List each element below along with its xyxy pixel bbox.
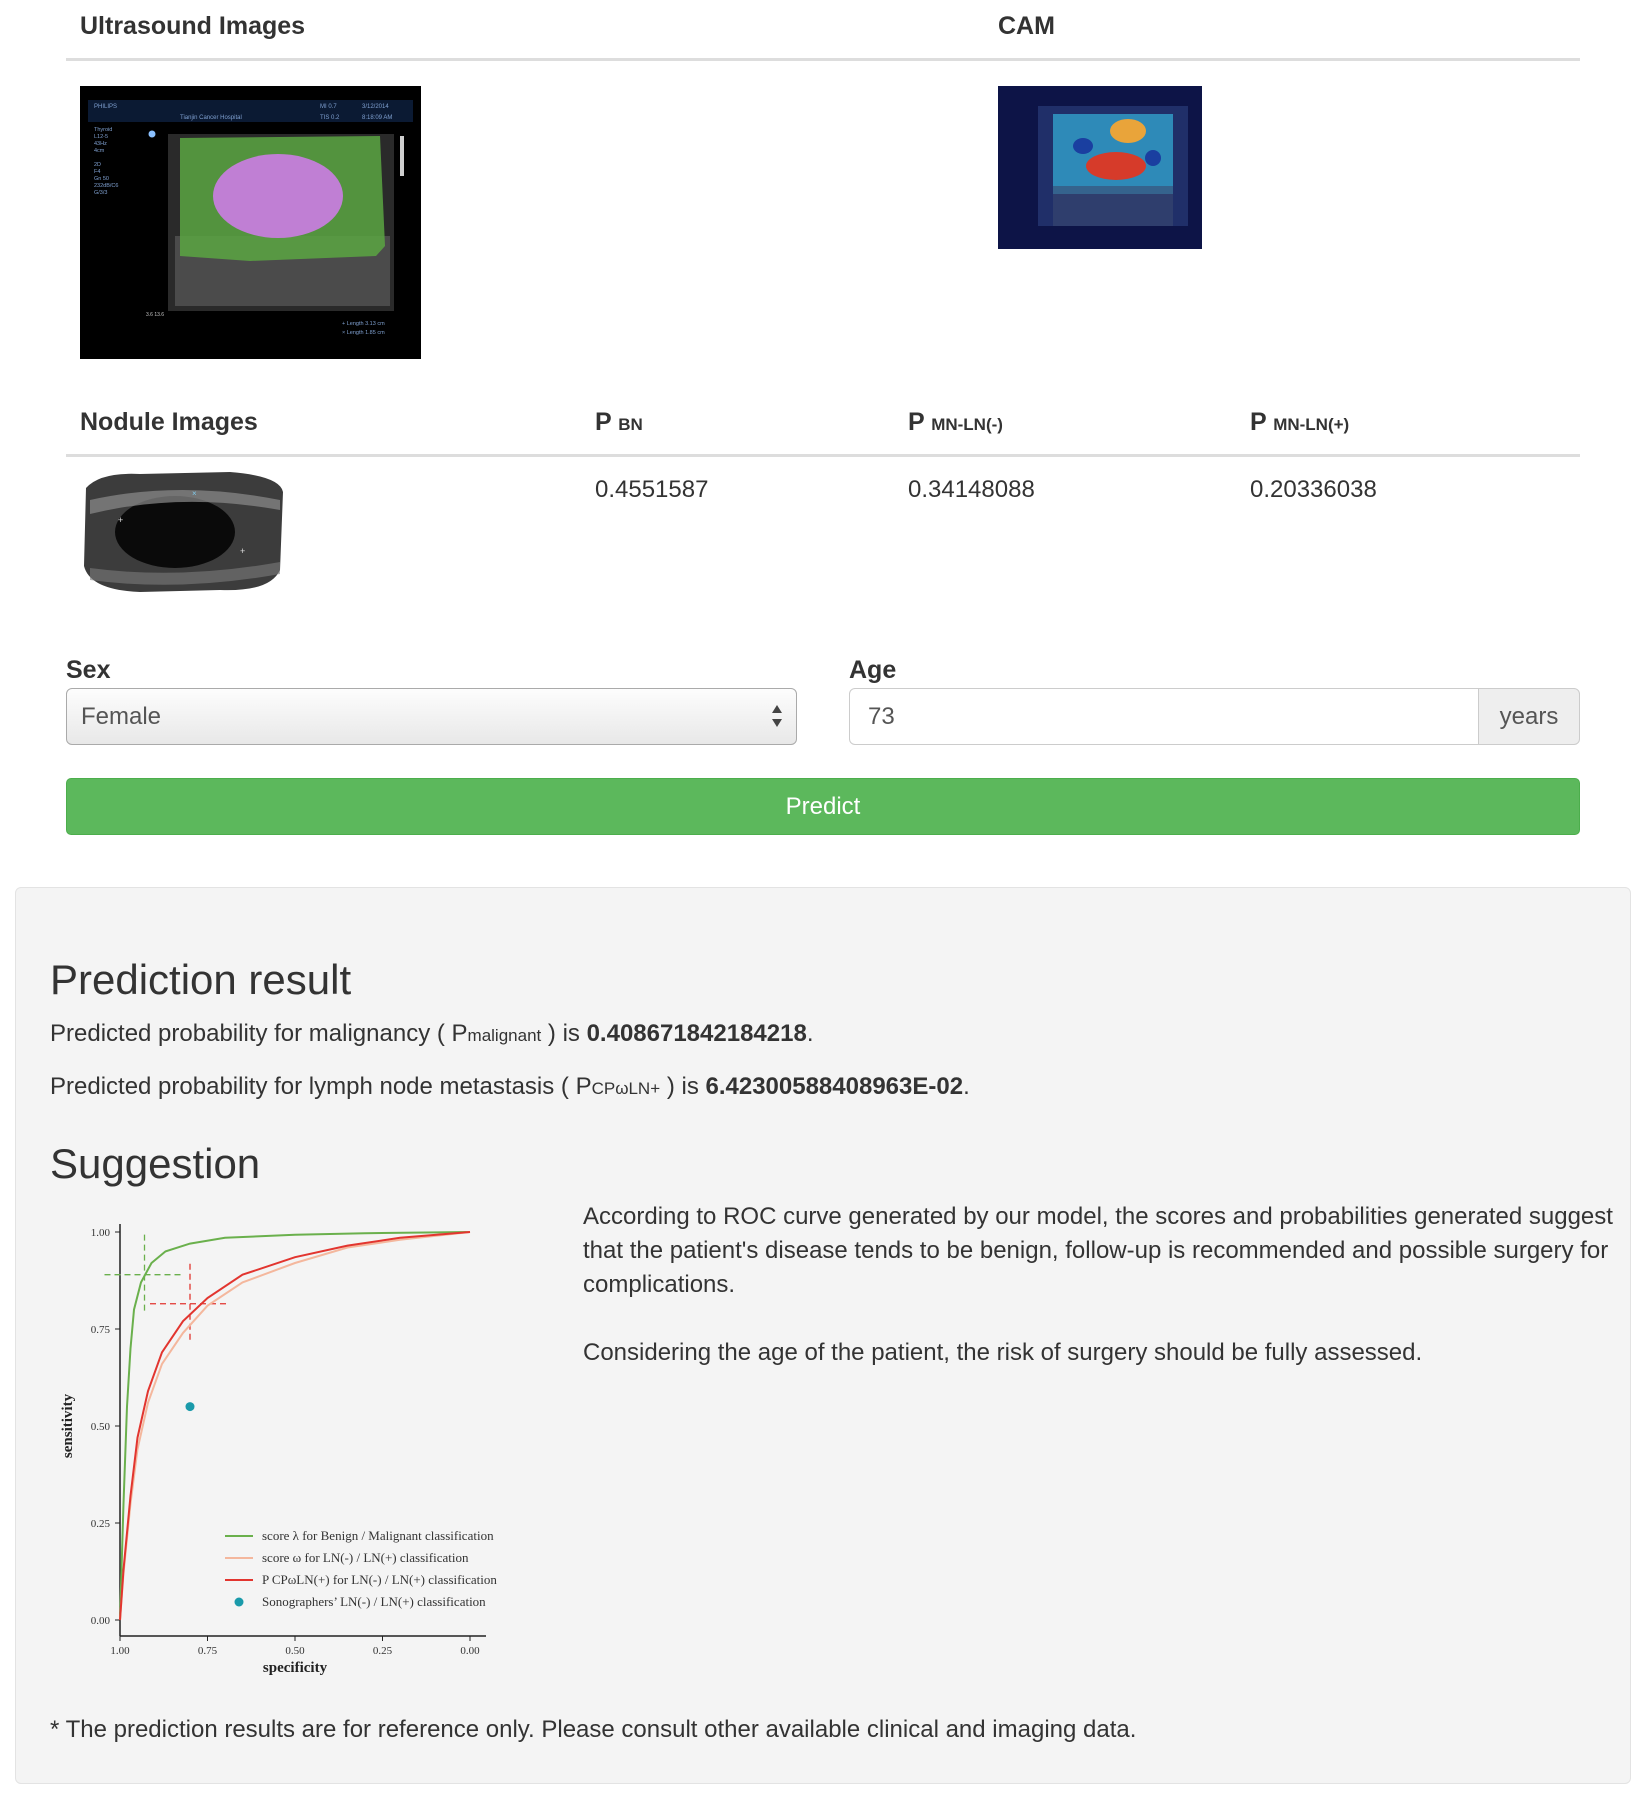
lymph-probability-value: 6.42300588408963E-02 [705, 1073, 964, 1100]
cam-heatmap-image [998, 86, 1202, 249]
suggestion-paragraph-2: Considering the age of the patient, the … [583, 1339, 1423, 1366]
sex-select-value: Female [81, 703, 162, 730]
suggestion-paragraph-1: According to ROC curve generated by our … [583, 1203, 1613, 1298]
col-header-nodule: Nodule Images [80, 408, 258, 436]
us-param-label: 43Hz [94, 141, 107, 147]
us-hospital: Tianjin Cancer Hospital [180, 115, 242, 121]
x-tick-label: 0.75 [198, 1645, 218, 1657]
x-tick-label: 1.00 [110, 1645, 130, 1657]
nodule-table: Nodule Images P BN P MN-LN(-) P MN-LN(+)… [66, 408, 1580, 608]
us-param-label: G/3/3 [94, 190, 107, 196]
svg-text:+: + [118, 515, 123, 525]
us-param-label: Thyroid [94, 127, 112, 133]
image-table: Ultrasound Images CAM PHILIPS Tianjin Ca… [66, 12, 1580, 372]
x-axis-label: specificity [263, 1660, 328, 1676]
age-label: Age [849, 656, 897, 684]
malignancy-probability-value: 0.408671842184218 [586, 1020, 807, 1047]
us-param-label: 2D [94, 162, 101, 168]
prediction-result-heading: Prediction result [50, 956, 352, 1003]
us-length2: × Length 1.85 cm [342, 330, 385, 336]
svg-text:+: + [240, 546, 245, 556]
predict-button[interactable]: Predict [66, 778, 1580, 835]
y-tick-label: 0.75 [91, 1324, 111, 1336]
sex-label: Sex [66, 656, 111, 684]
sex-select[interactable]: Female [66, 688, 797, 745]
legend-label: score λ for Benign / Malignant classific… [262, 1528, 494, 1543]
us-depth-marker: 3.6 13.6 [146, 312, 164, 318]
roc-curve-chart: 0.00 0.25 0.50 0.75 1.00 1.00 0.75 0.50 0.25 0.00… [60, 1224, 497, 1676]
col-header-pbn: P BN [595, 408, 643, 436]
col-header-cam: CAM [998, 12, 1055, 40]
us-time: 8:18:09 AM [362, 115, 392, 121]
age-input-value: 73 [868, 703, 895, 730]
y-axis-label: sensitivity [60, 1393, 76, 1458]
y-tick-label: 0.00 [91, 1615, 111, 1627]
disclaimer-footnote: * The prediction results are for referen… [50, 1716, 1137, 1743]
x-tick-label: 0.50 [285, 1645, 305, 1657]
x-tick-label: 0.25 [373, 1645, 393, 1657]
col-header-pmn-ln-neg: P MN-LN(-) [908, 408, 1003, 436]
us-param-label: Gn 50 [94, 176, 109, 182]
legend-label: Sonographers’ LN(-) / LN(+) classificati… [262, 1594, 486, 1609]
us-length1: + Length 3.13 cm [342, 321, 385, 327]
value-pbn: 0.4551587 [595, 476, 709, 503]
sonographer-point [185, 1402, 195, 1412]
us-mi: MI 0.7 [320, 104, 337, 110]
us-param-label: L12-5 [94, 134, 108, 140]
us-param-label: 4cm [94, 148, 105, 154]
y-tick-label: 0.50 [91, 1421, 111, 1433]
col-header-ultrasound: Ultrasound Images [80, 12, 306, 40]
suggestion-heading: Suggestion [50, 1140, 261, 1187]
legend-swatch [234, 1597, 244, 1607]
ultrasound-image: PHILIPS Tianjin Cancer Hospital MI 0.7 3… [80, 86, 421, 359]
value-pmn-ln-pos: 0.20336038 [1250, 476, 1377, 503]
result-panel: Prediction result Predicted probability … [15, 887, 1631, 1784]
age-unit-addon: years [1478, 688, 1580, 745]
x-tick-label: 0.00 [460, 1645, 480, 1657]
us-date: 3/12/2014 [362, 104, 389, 110]
lymph-probability-text: Predicted probability for lymph node met… [50, 1073, 970, 1100]
us-param-label: 232dB/C6 [94, 183, 118, 189]
table-header-divider [66, 58, 1580, 61]
legend-label: score ω for LN(-) / LN(+) classification [262, 1550, 469, 1565]
us-brand: PHILIPS [94, 104, 117, 110]
y-tick-label: 1.00 [91, 1227, 111, 1239]
col-header-pmn-ln-pos: P MN-LN(+) [1250, 408, 1350, 436]
svg-text:×: × [192, 489, 197, 498]
malignancy-probability-text: Predicted probability for malignancy ( P… [50, 1020, 814, 1047]
us-tis: TIS 0.2 [320, 115, 340, 121]
nodule-image: + + × [84, 472, 283, 592]
value-pmn-ln-neg: 0.34148088 [908, 476, 1035, 503]
y-tick-label: 0.25 [91, 1518, 111, 1530]
select-arrows-icon [772, 705, 782, 727]
age-input[interactable]: 73 [849, 688, 1479, 745]
table-header-divider [66, 454, 1580, 457]
legend-label: P CPωLN(+) for LN(-) / LN(+) classificat… [262, 1572, 497, 1587]
suggestion-text: According to ROC curve generated by our … [583, 1200, 1613, 1404]
us-param-label: F4 [94, 169, 100, 175]
